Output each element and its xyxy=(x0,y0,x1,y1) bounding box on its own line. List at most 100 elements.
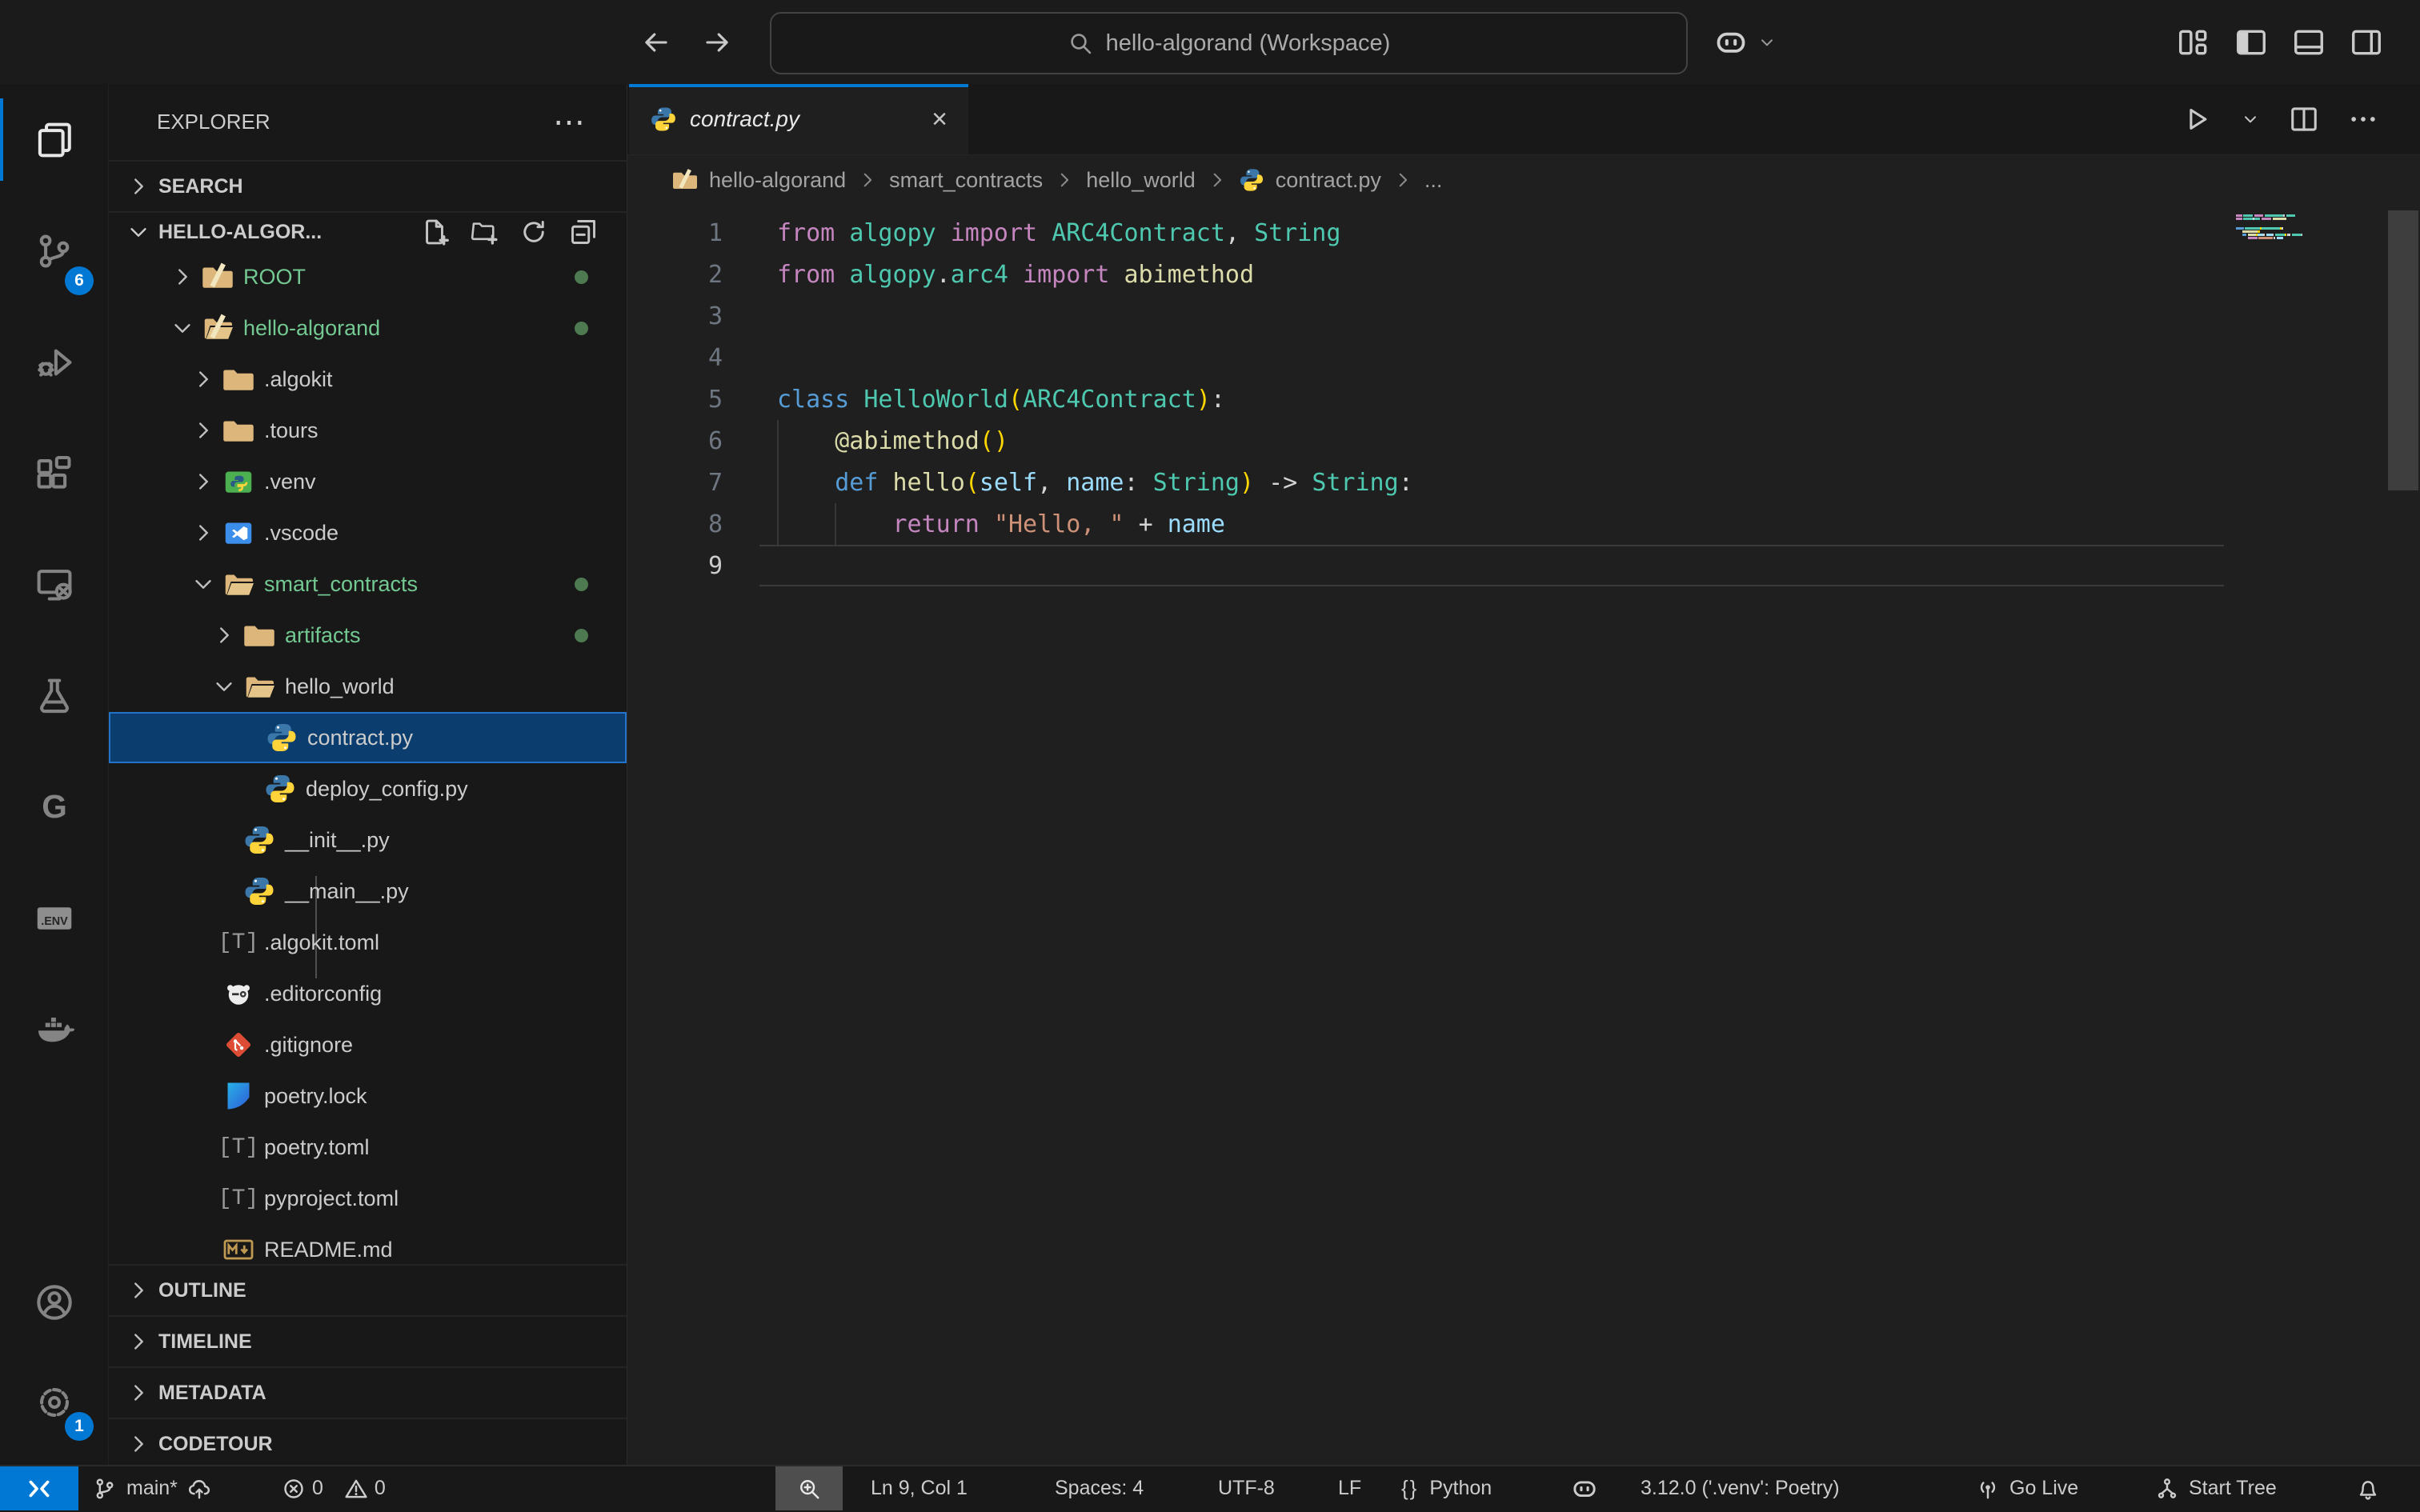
line-number[interactable]: 1 xyxy=(627,219,723,247)
editorconfig-icon xyxy=(221,977,256,1010)
forward-icon[interactable] xyxy=(703,27,733,58)
section-metadata[interactable]: METADATA xyxy=(109,1366,627,1418)
magnifier-status[interactable] xyxy=(775,1466,843,1510)
breadcrumb-folder[interactable]: smart_contracts xyxy=(889,168,1043,193)
section-timeline[interactable]: TIMELINE xyxy=(109,1315,627,1366)
activity-run-debug[interactable] xyxy=(0,306,108,418)
line-number[interactable]: 4 xyxy=(627,344,723,372)
copilot-status[interactable] xyxy=(1570,1466,1599,1510)
code-editor[interactable]: 1from algopy import ARC4Contract, String… xyxy=(627,205,2420,1466)
notifications-status[interactable] xyxy=(2356,1466,2380,1510)
copilot-menu[interactable] xyxy=(1713,0,1777,84)
problems-status[interactable]: 0 0 xyxy=(282,1466,386,1510)
new-folder-icon[interactable] xyxy=(470,218,499,246)
section-codetour[interactable]: CODETOUR xyxy=(109,1418,627,1469)
eol-status[interactable]: LF xyxy=(1338,1466,1361,1510)
line-number[interactable]: 3 xyxy=(627,302,723,330)
tree-item--algokit-toml[interactable]: [T].algokit.toml xyxy=(109,917,627,968)
section-search[interactable]: SEARCH xyxy=(109,160,627,211)
folder-open-icon xyxy=(221,567,256,601)
explorer-more-actions-icon[interactable]: ⋯ xyxy=(553,104,587,141)
activity-gitlens[interactable]: G xyxy=(0,751,108,862)
back-icon[interactable] xyxy=(640,27,671,58)
tree-item-label: deploy_config.py xyxy=(306,777,468,802)
tree-item-deploy-config-py[interactable]: deploy_config.py xyxy=(109,763,627,814)
chevron-right-icon xyxy=(186,367,221,391)
settings-button[interactable]: 1 xyxy=(0,1352,108,1452)
activity-remote-explorer[interactable] xyxy=(0,529,108,640)
tree-item-poetry-lock[interactable]: poetry.lock xyxy=(109,1070,627,1122)
tab-contract-py[interactable]: contract.py × xyxy=(629,84,968,154)
tree-item-root[interactable]: ROOT xyxy=(109,251,627,302)
go-live-status[interactable]: Go Live xyxy=(1976,1466,2078,1510)
remote-indicator[interactable] xyxy=(0,1466,78,1510)
tree-item-readme-md[interactable]: README.md xyxy=(109,1224,627,1264)
run-dropdown-icon[interactable] xyxy=(2241,110,2260,129)
chevron-spacer xyxy=(186,982,221,1006)
activity-explorer[interactable] xyxy=(0,84,108,195)
new-file-icon[interactable] xyxy=(420,218,449,246)
folder-open-icon xyxy=(242,670,277,703)
tree-item--vscode[interactable]: .vscode xyxy=(109,507,627,558)
collapse-folders-icon[interactable] xyxy=(569,218,598,246)
customize-layout-icon[interactable] xyxy=(2177,26,2210,59)
breadcrumb-file[interactable]: contract.py xyxy=(1276,168,1381,193)
git-branch-status[interactable]: main* xyxy=(93,1466,211,1510)
section-workspace[interactable]: HELLO-ALGOR... xyxy=(109,211,627,251)
account-icon xyxy=(34,1282,74,1322)
chevron-down-icon xyxy=(1757,33,1777,52)
breadcrumb-project[interactable]: hello-algorand xyxy=(709,168,846,193)
run-python-file-icon[interactable] xyxy=(2182,104,2212,134)
line-number[interactable]: 5 xyxy=(627,386,723,414)
accounts-button[interactable] xyxy=(0,1252,108,1352)
start-tree-status[interactable]: Start Tree xyxy=(2155,1466,2277,1510)
line-number[interactable]: 8 xyxy=(627,510,723,538)
more-actions-icon[interactable] xyxy=(2348,104,2378,134)
python-interpreter-status[interactable]: 3.12.0 ('.venv': Poetry) xyxy=(1641,1466,1840,1510)
activity-dotenv[interactable]: .ENV xyxy=(0,862,108,974)
tree-item--gitignore[interactable]: .gitignore xyxy=(109,1019,627,1070)
tree-item--venv[interactable]: .venv xyxy=(109,456,627,507)
cursor-position-status[interactable]: Ln 9, Col 1 xyxy=(871,1466,968,1510)
tree-item--main-py[interactable]: __main__.py xyxy=(109,866,627,917)
tree-item-artifacts[interactable]: artifacts xyxy=(109,610,627,661)
language-mode-status[interactable]: {} Python xyxy=(1401,1466,1492,1510)
minimap[interactable] xyxy=(2236,214,2412,243)
python-icon xyxy=(264,721,299,754)
line-number[interactable]: 2 xyxy=(627,261,723,289)
scrollbar-thumb[interactable] xyxy=(2388,210,2418,490)
section-outline[interactable]: OUTLINE xyxy=(109,1264,627,1315)
tree-item--editorconfig[interactable]: .editorconfig xyxy=(109,968,627,1019)
tree-item-label: .editorconfig xyxy=(264,982,382,1006)
activity-docker[interactable] xyxy=(0,974,108,1085)
breadcrumb-subfolder[interactable]: hello_world xyxy=(1086,168,1196,193)
close-tab-icon[interactable]: × xyxy=(932,106,948,133)
tree-item-smart-contracts[interactable]: smart_contracts xyxy=(109,558,627,610)
command-center-search[interactable]: hello-algorand (Workspace) xyxy=(770,12,1688,74)
toggle-panel-icon[interactable] xyxy=(2292,26,2326,59)
tree-item--init-py[interactable]: __init__.py xyxy=(109,814,627,866)
line-number[interactable]: 9 xyxy=(627,552,723,580)
toggle-secondary-sidebar-icon[interactable] xyxy=(2350,26,2383,59)
indentation-status[interactable]: Spaces: 4 xyxy=(1055,1466,1144,1510)
breadcrumb-symbol[interactable]: ... xyxy=(1424,168,1443,193)
split-editor-icon[interactable] xyxy=(2289,104,2319,134)
tree-item-hello-world[interactable]: hello_world xyxy=(109,661,627,712)
history-nav xyxy=(640,0,733,84)
toggle-primary-sidebar-icon[interactable] xyxy=(2234,26,2268,59)
refresh-explorer-icon[interactable] xyxy=(519,218,548,246)
activity-extensions[interactable] xyxy=(0,418,108,529)
tree-item-contract-py[interactable]: contract.py xyxy=(109,712,627,763)
chevron-right-icon xyxy=(186,418,221,442)
tree-item--algokit[interactable]: .algokit xyxy=(109,354,627,405)
activity-source-control[interactable]: 6 xyxy=(0,195,108,306)
tree-item--tours[interactable]: .tours xyxy=(109,405,627,456)
tree-item-hello-algorand[interactable]: hello-algorand xyxy=(109,302,627,354)
encoding-status[interactable]: UTF-8 xyxy=(1218,1466,1275,1510)
line-number[interactable]: 6 xyxy=(627,427,723,455)
vscode-window: hello-algorand (Workspace) 6 G .ENV 1 xyxy=(0,0,2420,1512)
tree-item-poetry-toml[interactable]: [T]poetry.toml xyxy=(109,1122,627,1173)
line-number[interactable]: 7 xyxy=(627,469,723,497)
activity-testing[interactable] xyxy=(0,640,108,751)
tree-item-pyproject-toml[interactable]: [T]pyproject.toml xyxy=(109,1173,627,1224)
